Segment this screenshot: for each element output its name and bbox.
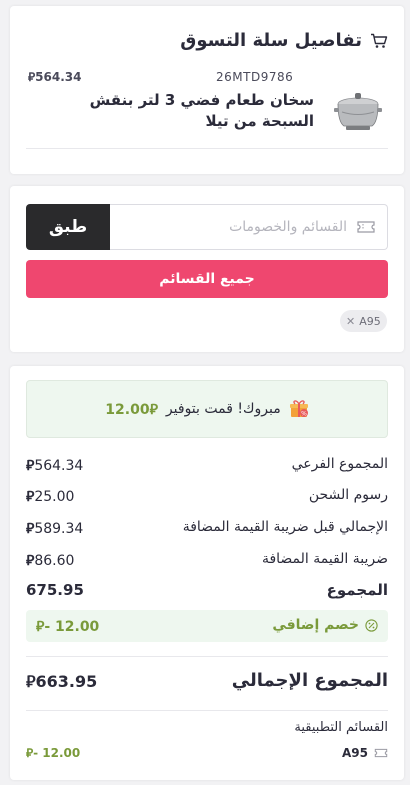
voucher-input-wrapper (110, 204, 388, 250)
grand-total-value: ⃁663.95 (26, 672, 97, 692)
applied-amount-value: - 12.00 (33, 746, 81, 760)
savings-message: مبروك! قمت بتوفير (165, 401, 281, 417)
riyal-currency-icon: ⃁ (149, 402, 158, 418)
vat-value: ⃁86.60 (26, 551, 74, 569)
grand-total-label: المجموع الإجمالي (231, 670, 388, 691)
shopping-cart-icon (371, 33, 388, 48)
extra-discount-value: ⃁- 12.00 (36, 617, 99, 635)
ticket-icon (374, 748, 388, 758)
divider (26, 656, 388, 657)
close-icon[interactable]: ✕ (346, 315, 355, 328)
voucher-card: طبق جميع القسائم ✕ A95 (10, 186, 404, 352)
extra-discount-row: خصم إضافي ⃁- 12.00 (26, 610, 388, 642)
shipping-amount: 25.00 (34, 489, 75, 505)
pre-vat-amount: 589.34 (34, 521, 84, 537)
pre-vat-row: الإجمالي قبل ضريبة القيمة المضافة ⃁589.3… (26, 519, 388, 541)
shipping-row: رسوم الشحن ⃁25.00 (26, 487, 388, 509)
applied-voucher-amount: ⃁- 12.00 (26, 746, 80, 761)
cart-details-card: تفاصيل سلة التسوق 26MTD9786 ⃁564.34 سخان… (10, 6, 404, 174)
subtotal-value: ⃁564.34 (26, 456, 83, 474)
apply-voucher-button[interactable]: طبق (26, 204, 110, 250)
pre-vat-value: ⃁589.34 (26, 519, 83, 537)
total-row: المجموع 675.95 (26, 581, 388, 603)
subtotal-row: المجموع الفرعي ⃁564.34 (26, 456, 388, 478)
savings-amount: 12.00⃁ (105, 400, 158, 418)
applied-code-chip[interactable]: ✕ A95 (340, 310, 387, 332)
extra-discount-label: خصم إضافي (272, 617, 378, 633)
vat-amount: 86.60 (34, 553, 75, 569)
product-price-value: 564.34 (35, 70, 82, 84)
svg-text:%: % (301, 411, 307, 418)
savings-banner: % مبروك! قمت بتوفير 12.00⃁ (26, 380, 388, 438)
applied-code-text: A95 (342, 746, 368, 760)
discount-percent-icon (365, 618, 378, 632)
extra-discount-text: خصم إضافي (272, 617, 359, 633)
applied-voucher-code: A95 (342, 746, 388, 760)
savings-amount-value: 12.00 (105, 402, 150, 418)
subtotal-label: المجموع الفرعي (291, 456, 388, 472)
voucher-form: طبق (26, 204, 388, 250)
vat-label: ضريبة القيمة المضافة (261, 551, 388, 567)
product-name[interactable]: سخان طعام فضي 3 لتر بنقش السبحة من تيلا (64, 90, 314, 132)
all-vouchers-button[interactable]: جميع القسائم (26, 260, 388, 298)
voucher-input[interactable] (116, 205, 347, 249)
shipping-label: رسوم الشحن (308, 487, 388, 503)
product-price: ⃁564.34 (28, 70, 81, 85)
product-image[interactable] (328, 82, 388, 138)
cart-item[interactable]: 26MTD9786 ⃁564.34 سخان طعام فضي 3 لتر بن… (26, 64, 388, 142)
total-value: 675.95 (26, 581, 84, 599)
vat-row: ضريبة القيمة المضافة ⃁86.60 (26, 551, 388, 573)
cart-header: تفاصيل سلة التسوق (180, 30, 388, 51)
divider (26, 710, 388, 711)
chip-code: A95 (359, 314, 381, 328)
gift-icon: % (289, 400, 308, 418)
pre-vat-label: الإجمالي قبل ضريبة القيمة المضافة (182, 519, 388, 535)
ticket-icon (357, 221, 375, 233)
shipping-value: ⃁25.00 (26, 487, 74, 505)
total-label: المجموع (326, 581, 388, 599)
product-sku: 26MTD9786 (216, 70, 294, 84)
cart-title: تفاصيل سلة التسوق (180, 30, 362, 51)
subtotal-amount: 564.34 (34, 458, 84, 474)
grand-total-amount: 663.95 (35, 672, 98, 691)
riyal-currency-icon: ⃁ (26, 672, 36, 691)
order-summary-card: % مبروك! قمت بتوفير 12.00⃁ المجموع الفرع… (10, 366, 404, 780)
applied-vouchers-title: القسائم التطبيقية (294, 720, 388, 735)
extra-discount-amount: - 12.00 (44, 619, 100, 635)
divider (26, 148, 388, 149)
